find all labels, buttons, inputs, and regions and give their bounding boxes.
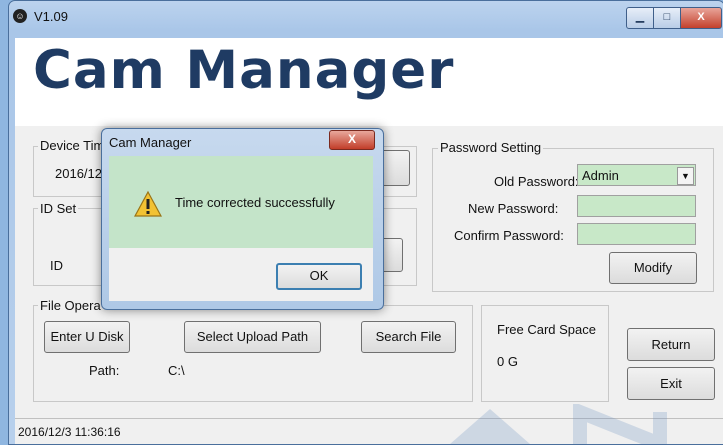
password-legend: Password Setting bbox=[438, 140, 544, 155]
select-upload-path-button[interactable]: Select Upload Path bbox=[184, 321, 321, 353]
banner-title: Cam Manager bbox=[33, 40, 455, 101]
free-space-value: 0 G bbox=[497, 354, 518, 369]
confirm-password-input[interactable] bbox=[577, 223, 696, 245]
dialog-title: Cam Manager bbox=[109, 135, 192, 150]
dialog-close-button[interactable]: X bbox=[329, 130, 375, 150]
window-title: V1.09 bbox=[34, 9, 68, 24]
maximize-button[interactable]: □ bbox=[653, 7, 681, 29]
enter-udisk-button[interactable]: Enter U Disk bbox=[44, 321, 130, 353]
path-value: C:\ bbox=[168, 363, 185, 378]
device-time-value: 2016/12 bbox=[55, 166, 102, 181]
new-password-label: New Password: bbox=[468, 201, 559, 216]
id-set-legend: ID Set bbox=[38, 201, 79, 216]
close-button[interactable]: X bbox=[680, 7, 722, 29]
file-operation-group bbox=[33, 305, 473, 402]
title-bar[interactable] bbox=[8, 0, 723, 32]
dialog-message: Time corrected successfully bbox=[175, 195, 335, 210]
file-operation-legend: File Opera bbox=[38, 298, 103, 313]
status-datetime: 2016/12/3 11:36:16 bbox=[18, 425, 121, 439]
warning-icon bbox=[133, 190, 163, 217]
id-label: ID bbox=[50, 258, 63, 273]
ok-button[interactable]: OK bbox=[276, 263, 362, 290]
chevron-down-icon[interactable]: ▼ bbox=[677, 167, 694, 185]
app-icon: ☺ bbox=[13, 9, 27, 23]
confirm-password-label: Confirm Password: bbox=[454, 228, 564, 243]
exit-button[interactable]: Exit bbox=[627, 367, 715, 400]
modify-button[interactable]: Modify bbox=[609, 252, 697, 284]
path-label: Path: bbox=[89, 363, 120, 378]
minimize-button[interactable]: ▁ bbox=[626, 7, 654, 29]
device-time-legend: Device Tim bbox=[38, 138, 107, 153]
new-password-input[interactable] bbox=[577, 195, 696, 217]
old-password-select[interactable]: Admin ▼ bbox=[577, 164, 696, 186]
return-button[interactable]: Return bbox=[627, 328, 715, 361]
free-space-label: Free Card Space bbox=[497, 322, 596, 337]
old-password-label: Old Password: bbox=[494, 174, 579, 189]
watermark-shape bbox=[450, 404, 667, 444]
search-file-button[interactable]: Search File bbox=[361, 321, 456, 353]
old-password-value: Admin bbox=[582, 168, 619, 183]
